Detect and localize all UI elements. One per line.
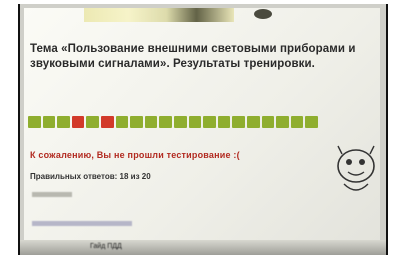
- mascot-icon: [337, 145, 375, 191]
- progress-cell-correct[interactable]: [217, 116, 231, 128]
- progress-cell-correct[interactable]: [159, 116, 172, 128]
- faint-text-line: [32, 192, 72, 197]
- progress-cell-correct[interactable]: [130, 116, 143, 128]
- photo-frame: Тема «Пользование внешними световыми при…: [18, 4, 388, 255]
- fail-message: К сожалению, Вы не прошли тестирование :…: [30, 150, 240, 160]
- progress-cell-correct[interactable]: [57, 116, 70, 128]
- taskbar: Гайд ПДД: [20, 240, 386, 255]
- browser-page: Тема «Пользование внешними световыми при…: [24, 8, 380, 240]
- progress-cell-correct[interactable]: [28, 116, 41, 128]
- progress-cell-correct[interactable]: [115, 116, 129, 128]
- progress-cell-wrong[interactable]: [71, 116, 85, 128]
- progress-cell-wrong[interactable]: [100, 116, 114, 128]
- faint-link-line[interactable]: [32, 221, 132, 226]
- progress-cell-correct[interactable]: [203, 116, 216, 128]
- progress-cell-correct[interactable]: [246, 116, 260, 128]
- progress-cell-correct[interactable]: [261, 116, 275, 128]
- taskbar-label[interactable]: Гайд ПДД: [90, 243, 122, 250]
- banner-logo-icon: [254, 9, 272, 19]
- correct-answers-count: Правильных ответов: 18 из 20: [30, 172, 151, 181]
- progress-cell-correct[interactable]: [173, 116, 187, 128]
- progress-cell-correct[interactable]: [86, 116, 99, 128]
- progress-cell-correct[interactable]: [276, 116, 289, 128]
- site-banner: [84, 8, 272, 22]
- page-title: Тема «Пользование внешними световыми при…: [30, 43, 356, 70]
- progress-cell-correct[interactable]: [232, 116, 245, 128]
- progress-cell-correct[interactable]: [290, 116, 304, 128]
- progress-cell-correct[interactable]: [188, 116, 202, 128]
- progress-cell-correct[interactable]: [144, 116, 158, 128]
- progress-cell-correct[interactable]: [42, 116, 56, 128]
- answers-progress-bar: [28, 116, 318, 128]
- progress-cell-correct[interactable]: [305, 116, 318, 128]
